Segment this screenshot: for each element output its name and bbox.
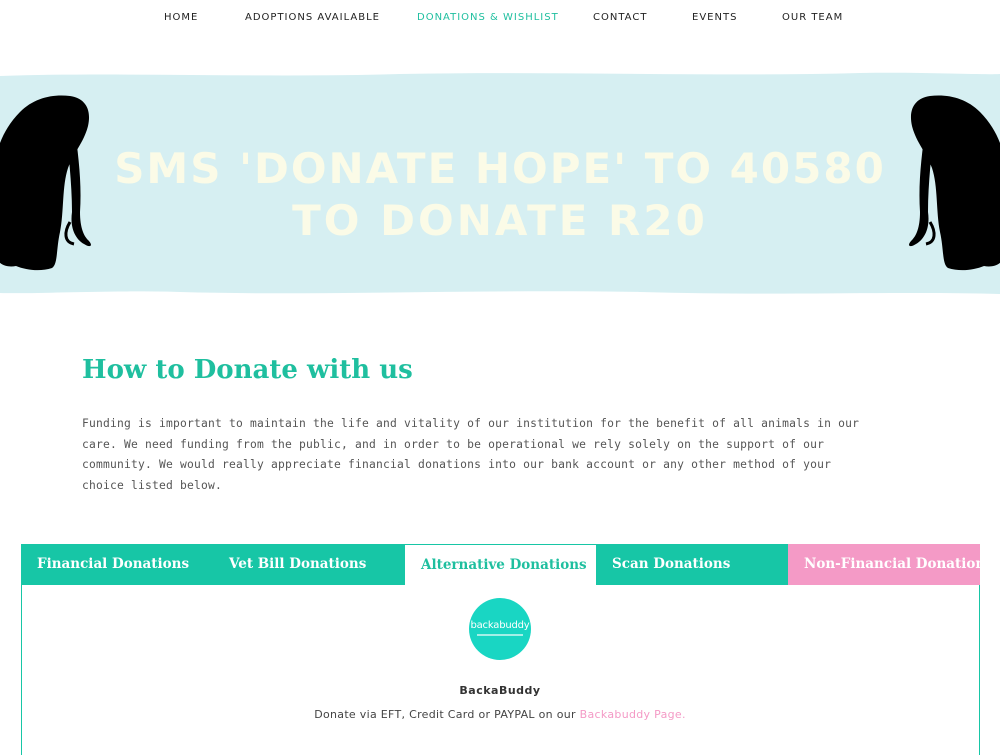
backabuddy-logo[interactable]: backabuddy (469, 598, 531, 660)
tab-vet-bill-donations[interactable]: Vet Bill Donations (213, 544, 405, 585)
nav-item-home[interactable]: HOME (164, 12, 198, 23)
tab-scan-donations[interactable]: Scan Donations (596, 544, 788, 585)
banner-line-1: SMS 'DONATE HOPE' TO 40580 (114, 144, 886, 193)
tab-financial-donations[interactable]: Financial Donations (21, 544, 213, 585)
banner-line-2: TO DONATE R20 (292, 196, 708, 245)
nav-item-team[interactable]: OUR TEAM (782, 12, 843, 23)
page-title: How to Donate with us (82, 355, 413, 385)
nav-item-contact[interactable]: CONTACT (593, 12, 647, 23)
donation-tabs: Financial Donations Vet Bill Donations A… (21, 544, 985, 585)
tab-non-financial-donation[interactable]: Non-Financial Donation (788, 544, 985, 585)
logo-text: backabuddy (470, 620, 530, 631)
sms-donate-banner: SMS 'DONATE HOPE' TO 40580 TO DONATE R20 (0, 72, 1000, 298)
tab-alternative-donations[interactable]: Alternative Donations (405, 544, 596, 585)
intro-paragraph: Funding is important to maintain the lif… (82, 417, 860, 492)
donor-description: Donate via EFT, Credit Card or PAYPAL on… (0, 708, 1000, 721)
donor-description-text: Donate via EFT, Credit Card or PAYPAL on… (314, 708, 580, 721)
main-nav: HOME ADOPTIONS AVAILABLE DONATIONS & WIS… (0, 0, 1000, 40)
donor-title: BackaBuddy (459, 684, 541, 697)
nav-item-donations[interactable]: DONATIONS & WISHLIST (417, 12, 559, 23)
nav-item-adoptions[interactable]: ADOPTIONS AVAILABLE (245, 12, 380, 23)
backabuddy-page-link[interactable]: Backabuddy Page. (580, 708, 686, 721)
nav-item-events[interactable]: EVENTS (692, 12, 737, 23)
logo-tagline (477, 634, 523, 636)
